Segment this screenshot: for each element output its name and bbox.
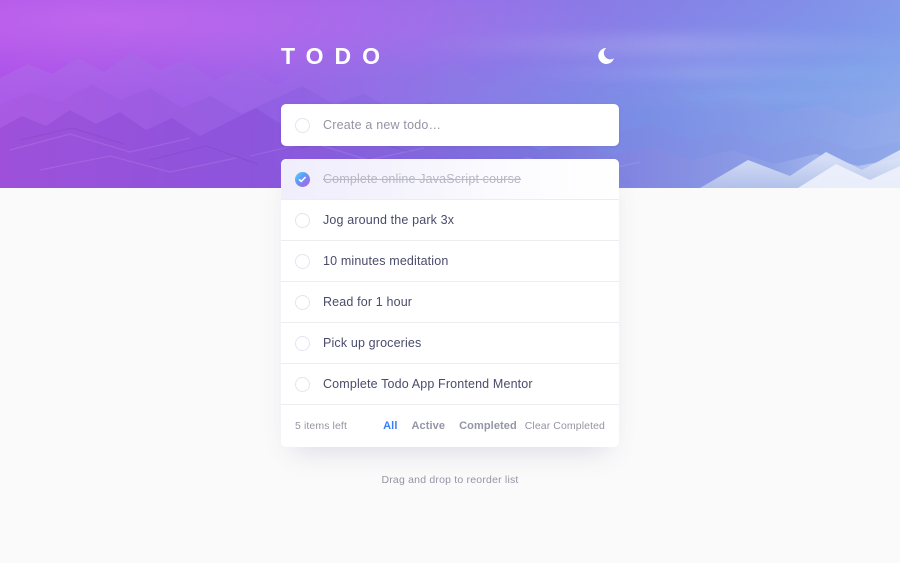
todo-item-label: 10 minutes meditation xyxy=(323,254,449,268)
todo-item-label: Jog around the park 3x xyxy=(323,213,455,227)
list-footer: 5 items left All Active Completed Clear … xyxy=(281,405,619,447)
checkbox-unchecked-icon[interactable] xyxy=(295,294,310,310)
checkbox-unchecked-icon[interactable] xyxy=(295,253,310,269)
todo-item-label: Pick up groceries xyxy=(323,336,422,350)
items-left-count: 5 items left xyxy=(295,420,347,432)
todo-item[interactable]: 10 minutes meditation xyxy=(281,241,619,282)
new-todo-card[interactable] xyxy=(281,104,619,146)
checkbox-unchecked-icon[interactable] xyxy=(295,376,310,392)
circle-outline-icon[interactable] xyxy=(295,117,310,133)
todo-item[interactable]: Pick up groceries xyxy=(281,323,619,364)
filter-all[interactable]: All xyxy=(383,420,397,432)
todo-item[interactable]: Complete Todo App Frontend Mentor xyxy=(281,364,619,405)
moon-icon-glyph xyxy=(598,48,614,64)
checkbox-unchecked-icon[interactable] xyxy=(295,212,310,228)
header-bar: TODO xyxy=(281,42,619,70)
page-title: TODO xyxy=(281,42,392,69)
filter-active[interactable]: Active xyxy=(411,420,445,432)
todo-item-label: Read for 1 hour xyxy=(323,295,413,309)
filter-completed[interactable]: Completed xyxy=(459,420,517,432)
todo-item-label: Complete Todo App Frontend Mentor xyxy=(323,377,533,391)
checkbox-checked-icon[interactable] xyxy=(295,171,310,187)
todo-item[interactable]: Complete online JavaScript course xyxy=(281,159,619,200)
new-todo-input[interactable] xyxy=(323,118,605,132)
todo-item-label: Complete online JavaScript course xyxy=(323,172,522,186)
todo-item[interactable]: Jog around the park 3x xyxy=(281,200,619,241)
todo-item[interactable]: Read for 1 hour xyxy=(281,282,619,323)
drag-drop-hint: Drag and drop to reorder list xyxy=(381,474,519,486)
todo-list-card: Complete online JavaScript course Jog ar… xyxy=(281,159,619,447)
checkbox-unchecked-icon[interactable] xyxy=(295,335,310,351)
checkmark-icon xyxy=(298,175,307,183)
moon-icon[interactable] xyxy=(595,45,617,67)
clear-completed-button[interactable]: Clear Completed xyxy=(525,420,605,432)
